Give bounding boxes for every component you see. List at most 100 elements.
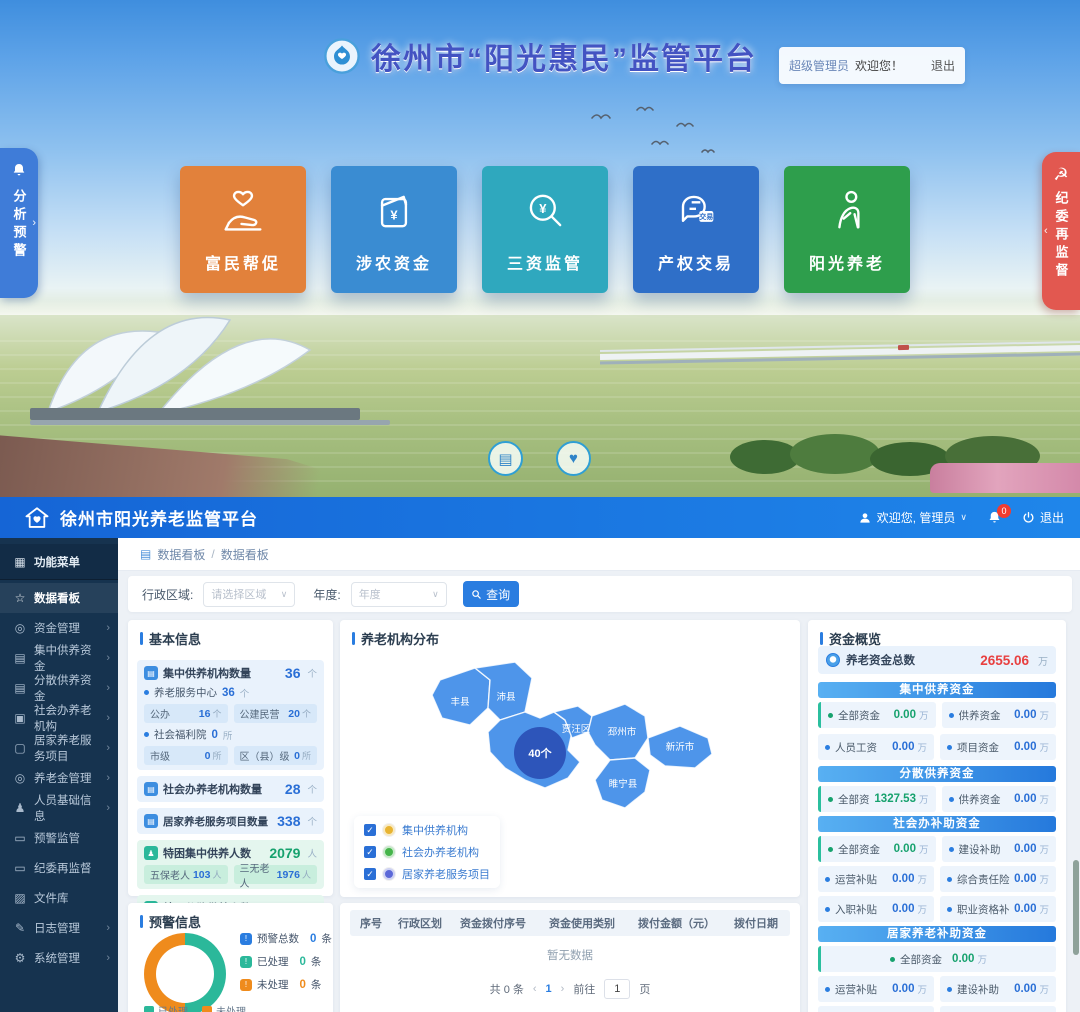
legend-centralized-institutions[interactable]: ✓ 集中供养机构 bbox=[364, 822, 490, 838]
sidebar-item-system-management[interactable]: ⚙系统管理› bbox=[0, 943, 118, 973]
sidebar-item-personnel-info[interactable]: ♟人员基础信息› bbox=[0, 793, 118, 823]
legend-handled: 已处理 bbox=[144, 1003, 188, 1012]
pagination: 共 0 条 ‹ 1 › 前往 页 bbox=[340, 979, 800, 999]
donut-legend: 已处理 未处理 bbox=[144, 1003, 246, 1012]
page-number-button[interactable]: 1 bbox=[546, 983, 552, 995]
fund-chip: 政府购买居家服务0.00万 bbox=[818, 1006, 934, 1012]
hero-logout-button[interactable]: 退出 bbox=[931, 57, 955, 74]
checkbox-checked-icon[interactable]: ✓ bbox=[364, 824, 376, 836]
sidebar-item-label: 集中供养资金 bbox=[34, 642, 99, 674]
fund-chip: 政府购买居家信息0.00万 bbox=[940, 1006, 1056, 1012]
module-cards: 富民帮促 ¥ 涉农资金 ¥ bbox=[0, 166, 1080, 293]
chevron-right-icon: › bbox=[106, 682, 110, 694]
svg-text:交易: 交易 bbox=[699, 212, 713, 221]
year-select[interactable]: 年度 ∨ bbox=[351, 582, 447, 607]
next-page-button[interactable]: › bbox=[561, 983, 565, 995]
fund-row: 入职补贴0.00万 职业资格补贴0.00万 bbox=[818, 896, 1056, 922]
sidebar-item-fund-management[interactable]: ◎资金管理› bbox=[0, 613, 118, 643]
stat-label: 养老资金总数 bbox=[846, 652, 915, 668]
scrollbar-thumb[interactable] bbox=[1073, 860, 1079, 955]
heart-glyph: ♥ bbox=[569, 450, 578, 467]
fund-row: 全部资金0.00万 供养资金0.00万 bbox=[818, 702, 1056, 728]
public-built-private-chip: 公建民营20个 bbox=[234, 704, 318, 723]
user-menu[interactable]: 欢迎您, 管理员 ∨ bbox=[858, 509, 967, 526]
grid-icon: ▦ bbox=[13, 555, 27, 569]
checkbox-checked-icon[interactable]: ✓ bbox=[364, 868, 376, 880]
count-marker-label: 40个 bbox=[528, 746, 552, 760]
sidebar-item-centralized-funds[interactable]: ▤集中供养资金› bbox=[0, 643, 118, 673]
warning-donut-chart bbox=[144, 933, 226, 1012]
stat-value: 36 bbox=[285, 665, 301, 681]
folder-icon: ▤ bbox=[13, 651, 27, 665]
hero-banner: 徐州市“阳光惠民”监管平台 超级管理员 欢迎您！ 退出 分析预警 › ☭ 纪委再… bbox=[0, 0, 1080, 497]
user-role: 超级管理员 bbox=[789, 57, 849, 74]
total-funds-row: 养老资金总数 2655.06 万 bbox=[818, 646, 1056, 674]
archive-icon: ▨ bbox=[13, 891, 27, 905]
breadcrumb-section[interactable]: 数据看板 bbox=[157, 546, 205, 563]
person-icon: ♟ bbox=[144, 846, 158, 860]
legend-social-institutions[interactable]: ✓ 社会办养老机构 bbox=[364, 844, 490, 860]
legend-unhandled: 未处理 bbox=[202, 1003, 246, 1012]
chevron-down-icon: ∨ bbox=[281, 589, 288, 600]
checkbox-checked-icon[interactable]: ✓ bbox=[364, 846, 376, 858]
sidebar-item-file-library[interactable]: ▨文件库 bbox=[0, 883, 118, 913]
sidebar-item-log-management[interactable]: ✎日志管理› bbox=[0, 913, 118, 943]
sidebar-item-discipline-supervision[interactable]: ▭纪委再监督 bbox=[0, 853, 118, 883]
region-select[interactable]: 请选择区域 ∨ bbox=[203, 582, 295, 607]
gear-icon: ⚙ bbox=[13, 951, 27, 965]
sidebar-item-label: 日志管理 bbox=[34, 920, 80, 936]
sidebar-item-social-institutions[interactable]: ▣社会办养老机构› bbox=[0, 703, 118, 733]
fund-chip: 项目资金0.00万 bbox=[940, 734, 1056, 760]
logout-button[interactable]: 退出 bbox=[1022, 509, 1064, 526]
legend-home-care-projects[interactable]: ✓ 居家养老服务项目 bbox=[364, 866, 490, 882]
region-label: 睢宁县 bbox=[609, 778, 638, 790]
doc-icon: ▤ bbox=[144, 782, 158, 796]
sidebar-item-decentralized-funds[interactable]: ▤分散供养资金› bbox=[0, 673, 118, 703]
fund-chip: 人员工资0.00万 bbox=[818, 734, 934, 760]
card-fumin-bangcu[interactable]: 富民帮促 bbox=[180, 166, 306, 293]
centralized-support-count-block: ♟ 特困集中供养人数 2079 人 五保老人103人 三无老人1976人 bbox=[137, 840, 324, 889]
card-yangguang-yanglao[interactable]: 阳光养老 bbox=[784, 166, 910, 293]
sidebar-item-warning-supervision[interactable]: ▭预警监管 bbox=[0, 823, 118, 853]
five-guarantee-chip: 五保老人103人 bbox=[144, 865, 228, 884]
stat-unit: 个 bbox=[307, 814, 317, 828]
fund-row: 全部资金0.00万 bbox=[818, 946, 1056, 972]
fund-overview-panel: 资金概览 养老资金总数 2655.06 万 集中供养资金 全部资金0.00万 供… bbox=[808, 620, 1066, 1012]
star-icon: ☆ bbox=[13, 591, 27, 605]
welcome-text: 欢迎您！ bbox=[855, 57, 903, 74]
fund-chip: 运营补贴0.00万 bbox=[818, 866, 934, 892]
sidebar-item-function-menu[interactable]: ▦功能菜单 bbox=[0, 544, 118, 580]
sidebar-item-data-dashboard[interactable]: ☆数据看板 bbox=[0, 583, 118, 613]
fund-chip: 全部资金0.00万 bbox=[818, 702, 936, 728]
sidebar-item-home-care-projects[interactable]: ▢居家养老服务项目› bbox=[0, 733, 118, 763]
region-label: 邳州市 bbox=[608, 726, 637, 738]
fund-chip: 供养资金0.00万 bbox=[942, 702, 1057, 728]
doc-icon: ▤ bbox=[144, 666, 158, 680]
blocks-trade-icon: 交易 bbox=[670, 182, 722, 240]
card-sanzi-jianguan[interactable]: ¥ 三资监管 bbox=[482, 166, 608, 293]
fund-chip-full: 全部资金0.00万 bbox=[818, 946, 1056, 972]
breadcrumb-page: 数据看板 bbox=[221, 546, 269, 563]
header-actions: 欢迎您, 管理员 ∨ 0 退出 bbox=[858, 509, 1064, 526]
fund-chip: 综合责任险0.00万 bbox=[940, 866, 1056, 892]
sidebar-item-label: 人员基础信息 bbox=[34, 792, 99, 824]
id-card-icon[interactable]: ▤ bbox=[488, 441, 523, 476]
sidebar-item-label: 居家养老服务项目 bbox=[34, 732, 99, 764]
prev-page-button[interactable]: ‹ bbox=[533, 983, 537, 995]
card-chanquan-jiaoyi[interactable]: 交易 产权交易 bbox=[633, 166, 759, 293]
sidebar-item-pension-management[interactable]: ◎养老金管理› bbox=[0, 763, 118, 793]
service-center-row: 养老服务中心 36 个 bbox=[144, 685, 317, 700]
fund-chip: 建设补助0.00万 bbox=[940, 976, 1056, 1002]
heart-hands-icon[interactable]: ♥ bbox=[556, 441, 591, 476]
card-shenong-zijin[interactable]: ¥ 涉农资金 bbox=[331, 166, 457, 293]
goto-page-input[interactable] bbox=[604, 979, 630, 999]
stat-unit: 个 bbox=[307, 782, 317, 796]
three-nos-chip: 三无老人1976人 bbox=[234, 865, 318, 884]
column-header: 资金使用类别 bbox=[539, 915, 628, 931]
sidebar-item-label: 分散供养资金 bbox=[34, 672, 99, 704]
map-panel-title: 养老机构分布 bbox=[340, 620, 800, 648]
notifications-button[interactable]: 0 bbox=[987, 510, 1002, 525]
fund-allocation-table-panel: 序号 行政区划 资金拨付序号 资金使用类别 拨付金额（元） 拨付日期 暂无数据 … bbox=[340, 903, 800, 1012]
power-icon bbox=[1022, 511, 1035, 524]
search-button[interactable]: 查询 bbox=[463, 581, 519, 607]
